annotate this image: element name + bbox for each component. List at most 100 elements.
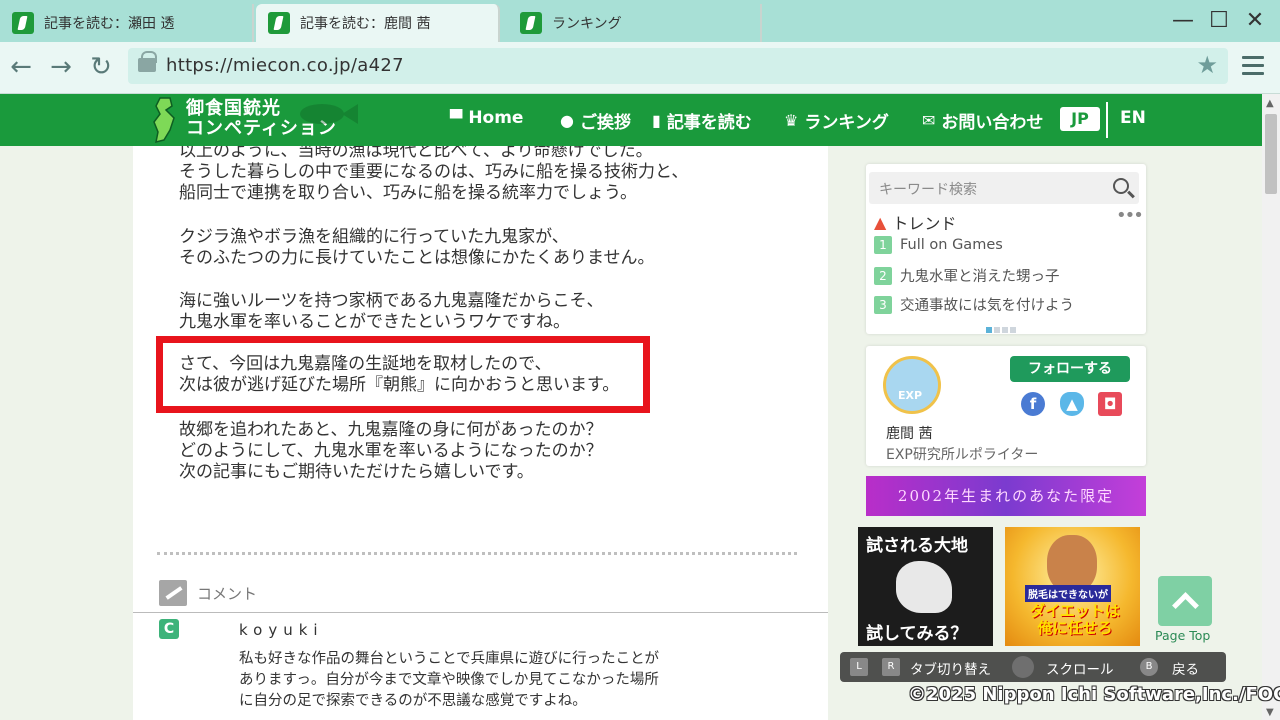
author-name: 鹿間 茜: [886, 426, 933, 442]
comment-header-label: コメント: [197, 584, 258, 603]
site-favicon-icon: [268, 12, 290, 34]
tab-article-seta[interactable]: 記事を読む：瀬田 透: [0, 4, 254, 42]
rank-badge: 3: [874, 295, 892, 314]
nav-greeting[interactable]: ● ご挨拶: [560, 108, 631, 133]
lock-icon: [138, 51, 157, 72]
pager-dot[interactable]: [986, 327, 992, 333]
nav-contact[interactable]: ✉ お問い合わせ: [922, 108, 1043, 133]
book-icon: ▮: [652, 111, 661, 130]
lang-jp-button[interactable]: JP: [1060, 107, 1100, 131]
forward-button[interactable]: →: [46, 52, 76, 82]
trend-title: ▲ トレンド: [874, 210, 956, 234]
microphone-icon: ●: [560, 111, 574, 130]
back-button[interactable]: ←: [6, 52, 36, 82]
avatar-text: EXP: [898, 389, 923, 402]
nav-ranking[interactable]: ♛ ランキング: [784, 108, 889, 133]
lang-divider: [1106, 102, 1108, 138]
trend-pager[interactable]: [986, 318, 1018, 337]
commenter-avatar: C: [159, 619, 179, 639]
nav-home[interactable]: ▀ Home: [450, 108, 523, 128]
trend-item[interactable]: 1 Full on Games: [874, 236, 1003, 254]
page-top-label[interactable]: Page Top: [1155, 628, 1210, 643]
fire-icon: ▲: [874, 212, 887, 232]
scroll-down-icon[interactable]: ▼: [1266, 707, 1274, 718]
bird-icon[interactable]: ▲: [1060, 392, 1084, 416]
nav-label: 記事を読む: [666, 113, 752, 133]
bookmark-star-icon[interactable]: ★: [1196, 51, 1218, 79]
tab-ranking[interactable]: ランキング: [508, 4, 762, 42]
browser-tab-bar: 記事を読む：瀬田 透 記事を読む：鹿間 茜 ランキング — ☐ ✕: [0, 0, 1280, 42]
url-text: https://miecon.co.jp/a427: [166, 55, 404, 76]
trend-item[interactable]: 3 交通事故には気を付けよう: [874, 294, 1074, 315]
article-line: 九鬼水軍を率いることができたというワケですね。: [179, 312, 570, 331]
banner-subline: 試してみる？: [866, 624, 968, 644]
facebook-icon[interactable]: f: [1021, 392, 1045, 416]
page-top-button[interactable]: [1158, 576, 1212, 626]
comment-line: ありますっ。自分が今まで文章や映像でしか見てこなかった場所: [239, 672, 659, 688]
search-input[interactable]: キーワード検索: [869, 172, 1139, 204]
b-button-icon: B: [1140, 658, 1158, 676]
follow-button[interactable]: フォローする: [1010, 356, 1130, 382]
author-avatar[interactable]: EXP: [883, 356, 941, 414]
article-line: そうした暮らしの中で重要になるのは、巧みに船を操る技術力と、: [179, 162, 689, 181]
maximize-button[interactable]: ☐: [1206, 8, 1232, 33]
nav-label: お問い合わせ: [941, 113, 1044, 133]
site-favicon-icon: [12, 12, 34, 34]
highlight-box: [156, 336, 650, 413]
ad-banner-purple[interactable]: 2002年生まれのあなた限定: [866, 476, 1146, 516]
nav-articles[interactable]: ▮ 記事を読む: [652, 108, 752, 133]
comment-header: コメント: [159, 580, 257, 606]
nav-label: ランキング: [804, 113, 889, 133]
article-line: 海に強いルーツを持つ家柄である九鬼嘉隆だからこそ、: [179, 291, 604, 310]
site-header: 御食国銃光 コンペティション ▀ Home ● ご挨拶 ▮ 記事を読む ♛ ラン…: [0, 94, 1262, 146]
banner-tagline: 脱毛はできないが: [1025, 585, 1111, 602]
article-line: 故郷を追われたあと、九鬼嘉隆の身に何があったのか？: [179, 420, 603, 439]
scroll-up-icon[interactable]: ▲: [1266, 98, 1274, 109]
scroll-thumb[interactable]: [1265, 114, 1277, 194]
article-line: どのようにして、九鬼水軍を率いるようになったのか？: [179, 441, 603, 460]
search-icon[interactable]: [1113, 178, 1129, 194]
commenter-name: koyuki: [239, 621, 324, 639]
author-role: EXP研究所ルポライター: [886, 447, 1039, 463]
address-bar: ← → ↻ https://miecon.co.jp/a427 ★: [0, 42, 1280, 94]
l-button-icon: L: [850, 658, 868, 676]
search-placeholder: キーワード検索: [879, 182, 977, 198]
trend-item[interactable]: 2 九鬼水軍と消えた甥っ子: [874, 265, 1060, 286]
controller-hint-bar: L R タブ切り替え スクロール B 戻る: [840, 652, 1226, 682]
article-paragraph: クジラ漁やボラ漁を組織的に行っていた九鬼家が、 そのふたつの力に長けていたことは…: [179, 226, 655, 268]
hokkaido-map-icon: [896, 561, 952, 613]
copyright-notice: ©2025 Nippon Ichi Software,Inc./FOG: [908, 684, 1280, 705]
instagram-icon[interactable]: ◘: [1098, 392, 1122, 416]
mail-icon: ✉: [922, 111, 936, 130]
comment-line: 私も好きな作品の舞台ということで兵庫県に遊びに行ったことが: [239, 651, 660, 667]
nav-label: Home: [468, 108, 524, 128]
browser-menu-icon[interactable]: [1242, 56, 1264, 80]
article-paragraph: 以上のように、当時の漁は現代と比べて、より命懸けでした。 そうした暮らしの中で重…: [179, 146, 688, 203]
page-scrollbar[interactable]: ▲ ▼: [1262, 94, 1280, 720]
tab-label: ランキング: [552, 16, 622, 32]
reload-button[interactable]: ↻: [86, 52, 116, 82]
article-line: そのふたつの力に長けていたことは想像にかたくありません。: [179, 248, 655, 267]
minimize-button[interactable]: —: [1170, 8, 1196, 33]
section-divider: [157, 552, 797, 555]
ad-banner-diet[interactable]: 脱毛はできないが ダイエットは俺に任せろ: [1005, 527, 1140, 646]
url-field[interactable]: https://miecon.co.jp/a427 ★: [128, 48, 1228, 84]
more-options-icon[interactable]: •••: [1116, 205, 1144, 226]
hint-tab-switch: タブ切り替え: [910, 662, 991, 678]
r-button-icon: R: [882, 658, 900, 676]
lang-en-button[interactable]: EN: [1120, 108, 1146, 128]
article-line: 以上のように、当時の漁は現代と比べて、より命懸けでした。: [179, 146, 653, 160]
ad-banner-hokkaido[interactable]: 試される大地 試してみる？: [858, 527, 993, 646]
close-button[interactable]: ✕: [1242, 8, 1268, 33]
pager-dot[interactable]: [994, 327, 1000, 333]
article-paragraph: 故郷を追われたあと、九鬼嘉隆の身に何があったのか？ どのようにして、九鬼水軍を率…: [179, 419, 603, 482]
article-line: 船同士で連携を取り合い、巧みに船を操る統率力でしょう。: [179, 183, 637, 202]
tab-article-shikama[interactable]: 記事を読む：鹿間 茜: [256, 4, 500, 42]
comment-text: 私も好きな作品の舞台ということで兵庫県に遊びに行ったことが ありますっ。自分が今…: [239, 649, 659, 712]
pager-dot[interactable]: [1002, 327, 1008, 333]
article-line: クジラ漁やボラ漁を組織的に行っていた九鬼家が、: [179, 227, 569, 246]
comment-item: C koyuki 私も好きな作品の舞台ということで兵庫県に遊びに行ったことが あ…: [133, 612, 828, 720]
pager-dot[interactable]: [1010, 327, 1016, 333]
dpad-icon: [1012, 656, 1034, 678]
logo-mark-icon[interactable]: [150, 96, 180, 144]
